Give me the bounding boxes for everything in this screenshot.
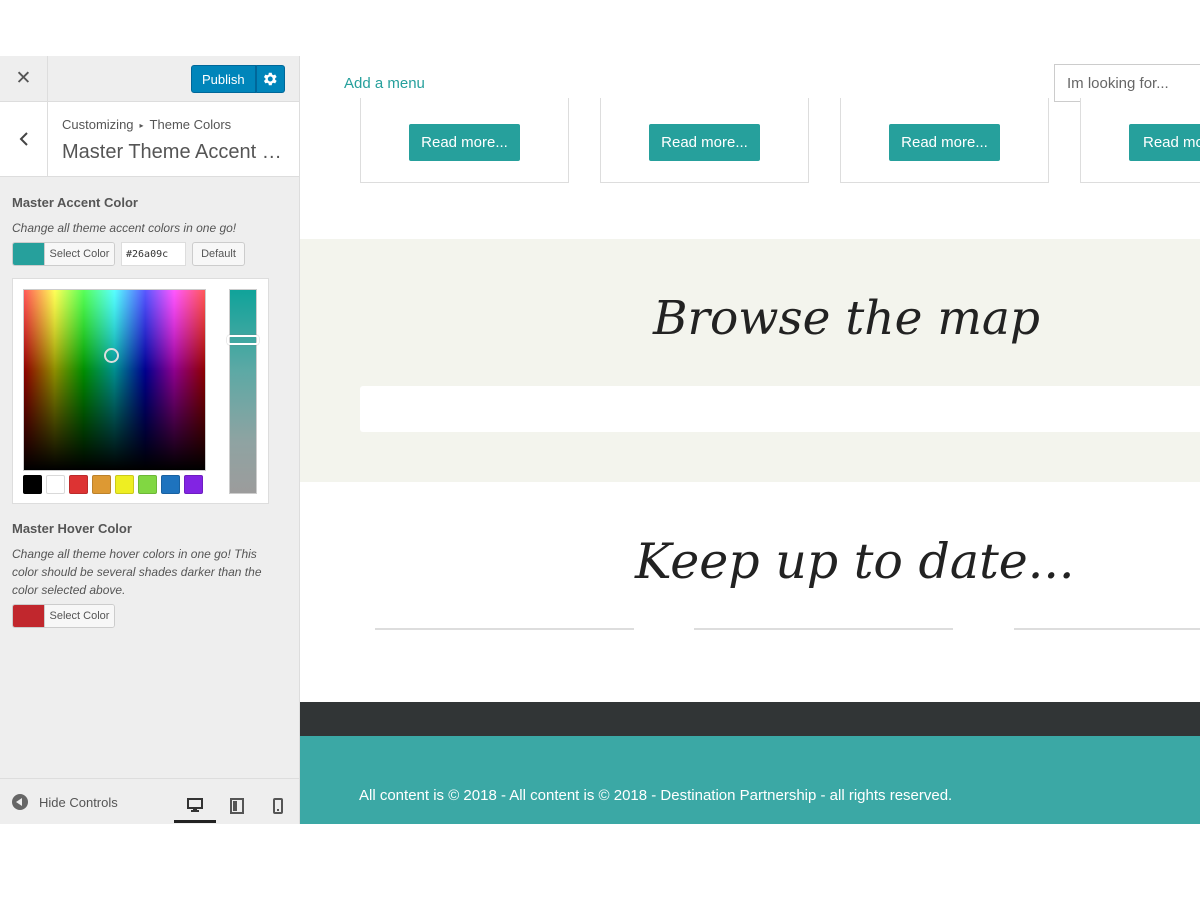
accent-color-description: Change all theme accent colors in one go… [12, 221, 237, 235]
breadcrumb-separator-icon: ▸ [139, 121, 144, 130]
saturation-slider[interactable] [227, 289, 259, 494]
footer-dark-band [300, 702, 1200, 736]
preview-desktop-button[interactable] [174, 789, 216, 823]
map-heading: Browse the map [653, 291, 1040, 346]
read-more-button[interactable]: Read more... [889, 124, 1000, 161]
newsletter-field-line [694, 628, 953, 630]
read-more-button[interactable]: Read more... [409, 124, 520, 161]
hover-color-title: Master Hover Color [12, 521, 132, 536]
hover-select-color-label: Select Color [44, 605, 114, 627]
read-more-button[interactable]: Read more... [1129, 124, 1200, 161]
hover-color-description: Change all theme hover colors in one go!… [12, 547, 262, 597]
mobile-icon [273, 798, 283, 814]
customizer-header: ✕ Publish [0, 56, 299, 102]
spectrum-handle[interactable] [104, 348, 119, 363]
section-header: Customizing ▸ Theme Colors Master Theme Ac… [0, 102, 299, 177]
palette-swatch-yellow[interactable] [115, 475, 134, 494]
palette-swatch-green[interactable] [138, 475, 157, 494]
newsletter-field-line [375, 628, 634, 630]
color-picker [12, 278, 269, 504]
preview-mobile-button[interactable] [257, 789, 299, 823]
palette-swatch-white[interactable] [46, 475, 65, 494]
close-customizer-button[interactable]: ✕ [0, 56, 48, 101]
collapse-icon [12, 794, 28, 810]
newsletter-heading: Keep up to date... [635, 533, 1075, 590]
accent-select-color-label: Select Color [44, 243, 114, 265]
accent-default-button[interactable]: Default [192, 242, 245, 266]
back-button[interactable] [0, 102, 48, 176]
publish-button[interactable]: Publish [191, 65, 256, 93]
palette-swatch-red[interactable] [69, 475, 88, 494]
hide-controls-label: Hide Controls [39, 794, 118, 810]
saturation-slider-handle[interactable] [227, 335, 259, 345]
accent-color-title: Master Accent Color [12, 195, 138, 210]
palette-swatch-blue[interactable] [161, 475, 180, 494]
read-more-button[interactable]: Read more... [649, 124, 760, 161]
hover-select-color-button[interactable]: Select Color [12, 604, 115, 628]
customizer-window: ✕ Publish Customizing ▸ Theme Colors Mas… [0, 56, 1200, 824]
palette-swatch-orange[interactable] [92, 475, 111, 494]
publish-group: Publish [191, 65, 285, 93]
chevron-left-icon [19, 132, 28, 146]
newsletter-field-line [1014, 628, 1200, 630]
tablet-icon [230, 798, 244, 814]
site-preview: Add a menu Im looking for... Read more..… [300, 56, 1200, 824]
hide-controls-button[interactable]: Hide Controls [12, 794, 118, 810]
breadcrumb-root: Customizing [62, 117, 134, 132]
desktop-icon [187, 797, 203, 812]
publish-settings-button[interactable] [255, 65, 285, 93]
preview-tablet-button[interactable] [216, 789, 258, 823]
section-title: Master Theme Accent Colors [62, 141, 294, 163]
close-icon: ✕ [15, 68, 32, 89]
accent-hex-input[interactable]: #26a09c [121, 242, 186, 266]
breadcrumb: Customizing ▸ Theme Colors [62, 117, 231, 132]
palette-swatch-purple[interactable] [184, 475, 203, 494]
customizer-footer: Hide Controls [0, 778, 299, 824]
map-section: Browse the map [300, 239, 1200, 482]
add-menu-link[interactable]: Add a menu [344, 75, 425, 92]
customizer-sidebar: ✕ Publish Customizing ▸ Theme Colors Mas… [0, 56, 300, 824]
breadcrumb-current: Theme Colors [149, 117, 232, 132]
hover-color-swatch [13, 605, 44, 627]
copyright-text: All content is © 2018 - All content is ©… [359, 787, 953, 804]
accent-select-color-button[interactable]: Select Color [12, 242, 115, 266]
site-search-input[interactable]: Im looking for... [1054, 64, 1200, 102]
site-footer: All content is © 2018 - All content is ©… [300, 736, 1200, 824]
gear-icon [264, 72, 277, 86]
color-spectrum[interactable] [23, 289, 206, 471]
palette [23, 475, 203, 494]
accent-color-swatch [13, 243, 44, 265]
map-container[interactable] [360, 386, 1200, 432]
palette-swatch-black[interactable] [23, 475, 42, 494]
